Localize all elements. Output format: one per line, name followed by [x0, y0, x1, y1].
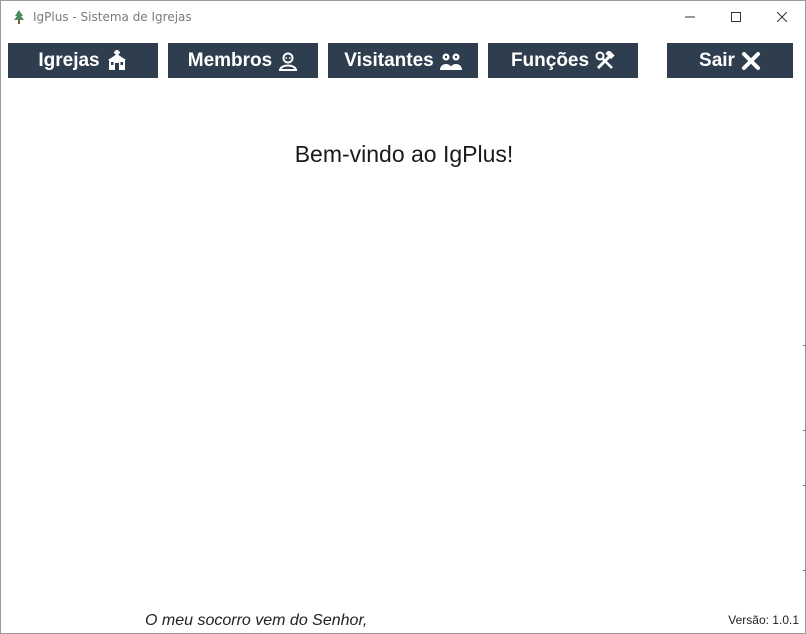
app-window: IgPlus - Sistema de Igrejas Igrejas Memb… [0, 0, 806, 634]
person-icon [278, 51, 298, 71]
people-icon [439, 51, 462, 71]
motto-text: O meu socorro vem do Senhor, [145, 612, 368, 629]
minimize-icon [685, 12, 695, 22]
visitantes-label: Visitantes [344, 49, 434, 71]
membros-button[interactable]: Membros [168, 43, 318, 78]
funcoes-label: Funções [510, 49, 590, 71]
window-controls [667, 1, 805, 33]
maximize-button[interactable] [713, 1, 759, 33]
close-button[interactable] [759, 1, 805, 33]
tree-icon [11, 9, 27, 25]
visitantes-button[interactable]: Visitantes [328, 43, 478, 78]
igrejas-button[interactable]: Igrejas [8, 43, 158, 78]
funcoes-button[interactable]: Funções [488, 43, 638, 78]
maximize-icon [731, 12, 741, 22]
igrejas-label: Igrejas [38, 49, 100, 71]
church-icon [106, 49, 128, 72]
sair-label: Sair [699, 49, 735, 71]
sair-button[interactable]: Sair [667, 43, 793, 78]
close-icon [777, 12, 787, 22]
minimize-button[interactable] [667, 1, 713, 33]
x-icon [741, 51, 761, 71]
tools-icon [595, 50, 615, 71]
welcome-heading: Bem-vindo ao IgPlus! [294, 141, 514, 167]
window-title: IgPlus - Sistema de Igrejas [33, 10, 192, 24]
version-label: Versão: 1.0.1 [728, 613, 799, 627]
membros-label: Membros [187, 49, 273, 71]
title-bar[interactable]: IgPlus - Sistema de Igrejas [1, 1, 805, 33]
